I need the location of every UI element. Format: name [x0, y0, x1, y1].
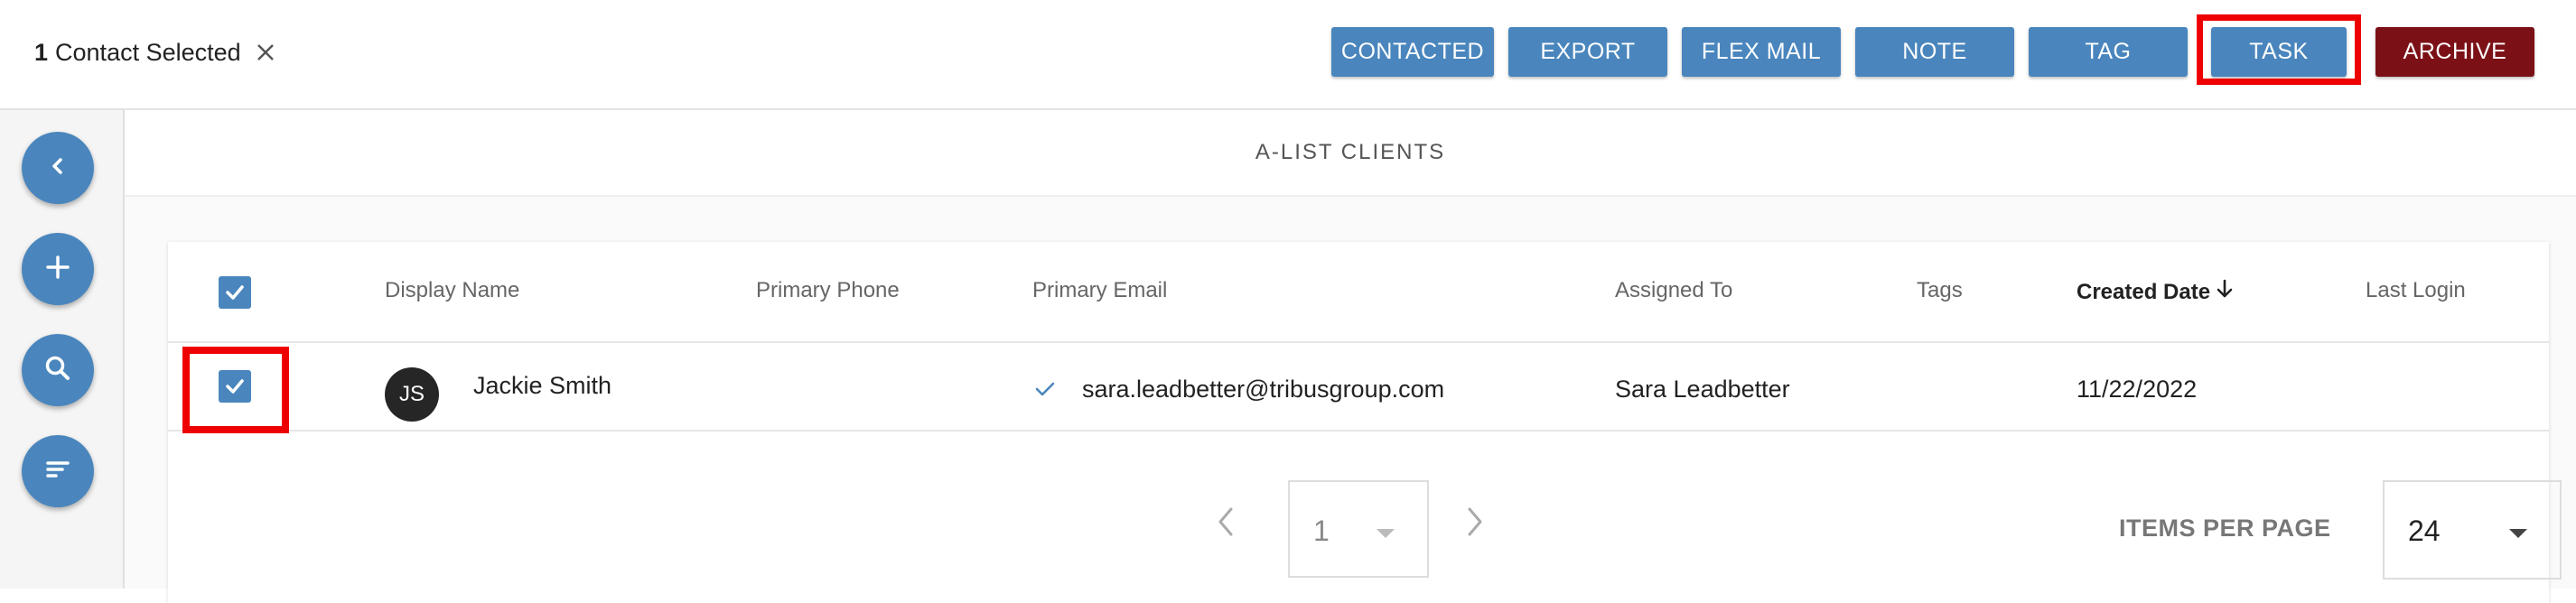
task-button[interactable]: TASK	[2211, 27, 2347, 77]
caret-down-icon	[1375, 527, 1396, 544]
items-per-page-label: ITEMS PER PAGE	[2119, 515, 2331, 542]
table-row[interactable]: JS Jackie Smith sara.leadbetter@tribusgr…	[168, 343, 2549, 433]
selection-label: Contact Selected	[55, 38, 241, 66]
items-per-page-value: 24	[2408, 515, 2441, 547]
main-content: A-LIST CLIENTS Display Name Primary Phon…	[125, 110, 2576, 603]
row-select-checkbox[interactable]	[219, 370, 251, 403]
column-last-login[interactable]: Last Login	[2366, 278, 2466, 303]
column-created-date-label: Created Date	[2077, 279, 2211, 304]
column-created-date[interactable]: Created Date	[2077, 278, 2235, 306]
selection-count: 1	[34, 38, 49, 66]
search-button[interactable]	[22, 334, 94, 406]
note-button[interactable]: NOTE	[1855, 27, 2014, 77]
next-page-chevron-right-icon[interactable]	[1460, 504, 1489, 544]
display-name-cell[interactable]: Jackie Smith	[473, 372, 611, 400]
sort-filter-button[interactable]	[22, 435, 94, 507]
column-primary-email[interactable]: Primary Email	[1032, 278, 1167, 303]
page-number-value: 1	[1313, 515, 1330, 547]
flex-mail-button[interactable]: FLEX MAIL	[1682, 27, 1841, 77]
list-title: A-LIST CLIENTS	[1255, 140, 1446, 164]
export-button[interactable]: EXPORT	[1508, 27, 1667, 77]
left-action-rail	[0, 110, 125, 589]
sort-icon	[43, 455, 72, 488]
selection-toolbar: 1 Contact Selected CONTACTED EXPORT FLEX…	[0, 0, 2576, 110]
page-number-select[interactable]: 1	[1288, 480, 1429, 578]
tag-button[interactable]: TAG	[2029, 27, 2188, 77]
contacts-table-card: Display Name Primary Phone Primary Email…	[168, 242, 2562, 603]
table-header: Display Name Primary Phone Primary Email…	[168, 242, 2549, 343]
previous-page-chevron-left-icon[interactable]	[1212, 504, 1241, 544]
chevron-left-icon	[44, 153, 71, 184]
email-verified-check-icon	[1033, 377, 1057, 405]
caret-down-icon	[2507, 527, 2529, 544]
clear-selection-close-icon[interactable]	[256, 42, 275, 62]
primary-email-cell[interactable]: sara.leadbetter@tribusgroup.com	[1082, 376, 1444, 404]
archive-button[interactable]: ARCHIVE	[2375, 27, 2534, 77]
arrow-down-sort-icon	[2210, 278, 2235, 306]
list-header: A-LIST CLIENTS	[125, 110, 2576, 197]
plus-icon	[43, 253, 72, 286]
column-assigned-to[interactable]: Assigned To	[1615, 278, 1732, 303]
avatar: JS	[385, 367, 439, 422]
items-per-page-select[interactable]: 24	[2383, 480, 2562, 580]
contacted-button[interactable]: CONTACTED	[1331, 27, 1494, 77]
selection-info: 1 Contact Selected	[34, 34, 275, 70]
collapse-button[interactable]	[22, 132, 94, 204]
column-primary-phone[interactable]: Primary Phone	[756, 278, 900, 303]
assigned-to-cell: Sara Leadbetter	[1615, 376, 1790, 403]
created-date-cell: 11/22/2022	[2077, 376, 2198, 403]
column-display-name[interactable]: Display Name	[385, 278, 519, 303]
search-icon	[42, 353, 73, 388]
column-tags[interactable]: Tags	[1917, 278, 1963, 303]
select-all-checkbox[interactable]	[219, 276, 251, 309]
add-contact-button[interactable]	[22, 233, 94, 305]
